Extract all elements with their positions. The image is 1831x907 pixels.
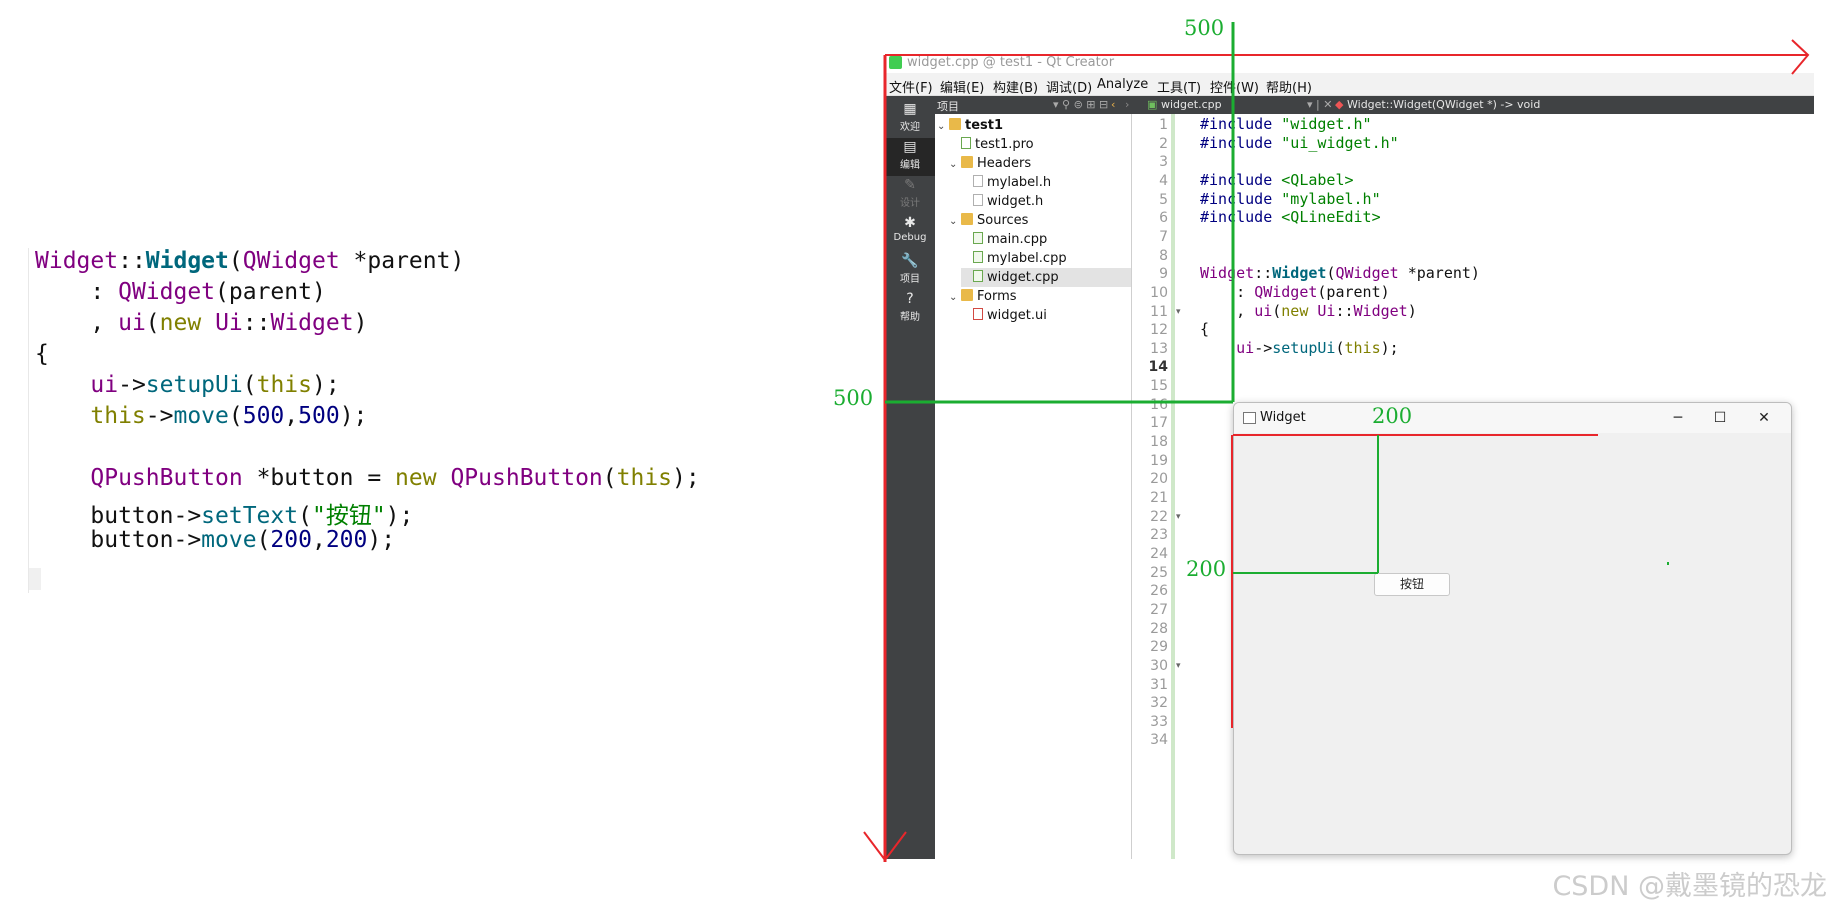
label-200-left: 200 [1186, 557, 1227, 581]
label-500-top: 500 [1184, 16, 1225, 40]
label-500-left: 500 [833, 386, 874, 410]
watermark: CSDN @戴墨镜的恐龙 [1552, 871, 1827, 902]
annotation-overlay [863, 22, 1810, 862]
red-x-arrowhead [1791, 39, 1810, 75]
label-200-top: 200 [1372, 404, 1413, 428]
